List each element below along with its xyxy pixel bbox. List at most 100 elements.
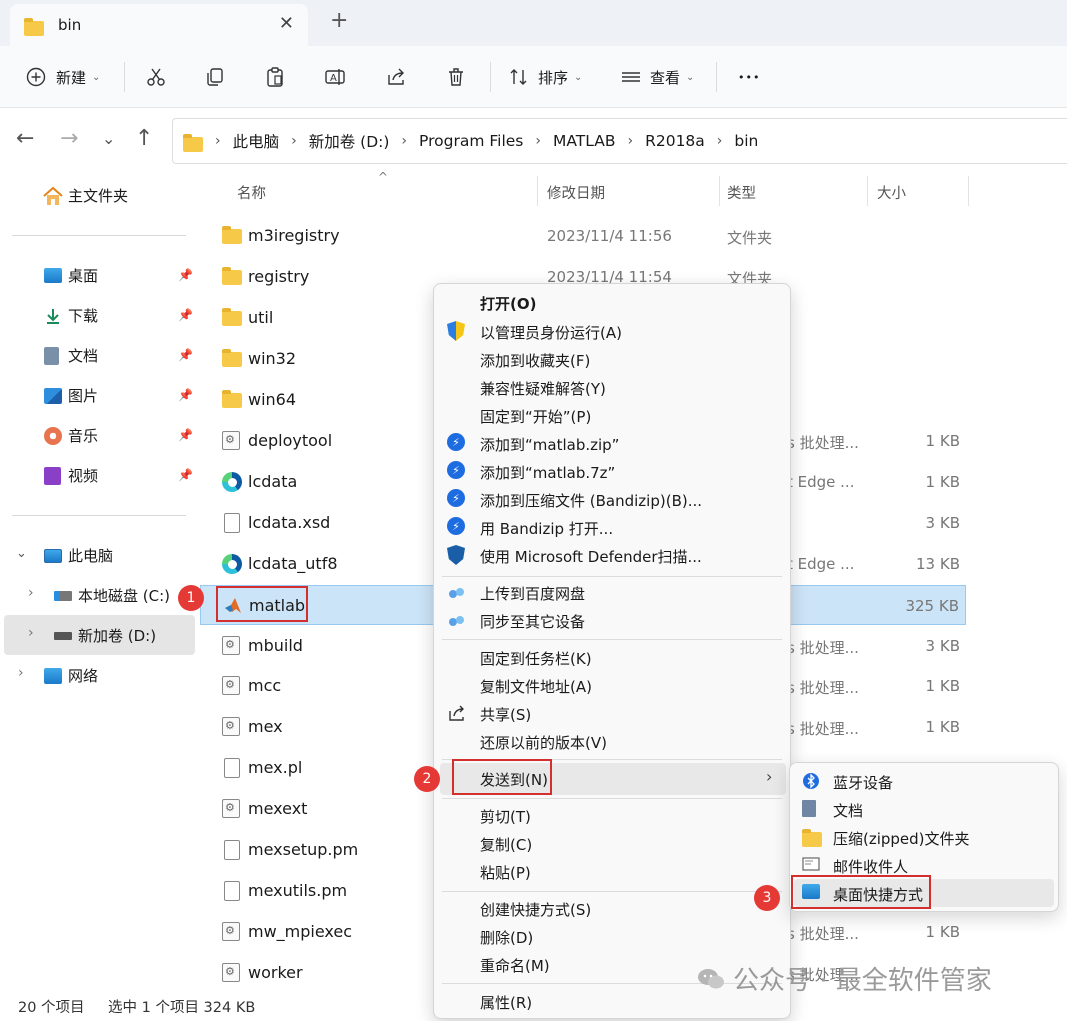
menu-separator bbox=[442, 639, 782, 640]
documents-icon bbox=[44, 346, 59, 365]
sidebar-item-network[interactable]: 网络 bbox=[44, 665, 98, 686]
watermark-text: 公众号 · 最全软件管家 bbox=[733, 966, 992, 996]
annotation-box-2 bbox=[452, 759, 552, 795]
close-tab-icon[interactable]: ✕ bbox=[279, 13, 294, 34]
sidebar-item-drive-d[interactable]: 新加卷 (D:) bbox=[54, 625, 156, 646]
menu-item-run-as-admin[interactable]: 以管理员身份运行(A) bbox=[480, 322, 622, 343]
new-button[interactable]: 新建 ⌄ bbox=[26, 46, 100, 108]
submenu-item-bluetooth[interactable]: 蓝牙设备 bbox=[833, 772, 893, 793]
new-tab-icon[interactable]: + bbox=[330, 8, 348, 33]
pin-icon[interactable]: 📌 bbox=[178, 428, 193, 442]
menu-item-open[interactable]: 打开(O) bbox=[480, 293, 536, 314]
file-name: mexsetup.pm bbox=[248, 840, 359, 860]
file-type: s 批处理... bbox=[787, 638, 859, 657]
copy-button[interactable] bbox=[204, 46, 226, 108]
menu-item-add-7z[interactable]: 添加到“matlab.7z” bbox=[480, 462, 615, 483]
menu-item-compatibility[interactable]: 兼容性疑难解答(Y) bbox=[480, 378, 606, 399]
file-name: mexext bbox=[248, 799, 308, 819]
sidebar-item-music[interactable]: 音乐 bbox=[44, 425, 98, 446]
file-type: s 批处理... bbox=[787, 679, 859, 698]
back-arrow-icon[interactable]: ← bbox=[16, 126, 34, 151]
menu-item-create-shortcut[interactable]: 创建快捷方式(S) bbox=[480, 899, 591, 920]
menu-item-copy-path[interactable]: 复制文件地址(A) bbox=[480, 676, 592, 697]
column-divider[interactable] bbox=[968, 176, 969, 206]
breadcrumb-matlab[interactable]: MATLAB bbox=[553, 132, 615, 150]
menu-item-defender-scan[interactable]: 使用 Microsoft Defender扫描... bbox=[480, 546, 702, 567]
menu-item-properties[interactable]: 属性(R) bbox=[480, 992, 532, 1013]
breadcrumb-drive-d[interactable]: 新加卷 (D:) bbox=[309, 130, 390, 152]
column-divider[interactable] bbox=[867, 176, 868, 206]
file-row[interactable]: m3iregistry 2023/11/4 11:56 文件夹 bbox=[200, 216, 966, 256]
menu-item-add-favorites[interactable]: 添加到收藏夹(F) bbox=[480, 350, 590, 371]
recent-chevron-icon[interactable]: ⌄ bbox=[102, 129, 115, 148]
menu-item-add-archive[interactable]: 添加到压缩文件 (Bandizip)(B)... bbox=[480, 490, 702, 511]
column-divider[interactable] bbox=[719, 176, 720, 206]
menu-item-copy[interactable]: 复制(C) bbox=[480, 834, 532, 855]
forward-arrow-icon[interactable]: → bbox=[60, 126, 78, 151]
up-arrow-icon[interactable]: ↑ bbox=[135, 126, 153, 151]
sort-button[interactable]: 排序 ⌄ bbox=[508, 46, 582, 108]
expand-chevron-icon[interactable]: › bbox=[28, 625, 34, 641]
column-header-date[interactable]: 修改日期 bbox=[547, 182, 605, 203]
baidu-cloud-icon bbox=[447, 586, 467, 606]
menu-item-delete[interactable]: 删除(D) bbox=[480, 927, 533, 948]
more-options-button[interactable]: ••• bbox=[738, 46, 760, 108]
file-name: lcdata_utf8 bbox=[248, 553, 338, 573]
pin-icon[interactable]: 📌 bbox=[178, 468, 193, 482]
breadcrumb-bin[interactable]: bin bbox=[734, 132, 758, 150]
pin-icon[interactable]: 📌 bbox=[178, 388, 193, 402]
expand-chevron-icon[interactable]: › bbox=[18, 665, 24, 681]
cut-button[interactable] bbox=[145, 46, 167, 108]
paste-button[interactable] bbox=[264, 46, 286, 108]
menu-item-open-bandizip[interactable]: 用 Bandizip 打开... bbox=[480, 518, 613, 539]
breadcrumb-this-pc[interactable]: 此电脑 bbox=[233, 130, 280, 152]
expand-chevron-icon[interactable]: ⌄ bbox=[16, 546, 27, 561]
breadcrumb-program-files[interactable]: Program Files bbox=[419, 132, 523, 150]
pin-icon[interactable]: 📌 bbox=[178, 268, 193, 282]
sidebar-item-desktop[interactable]: 桌面 bbox=[44, 265, 98, 286]
share-button[interactable] bbox=[385, 46, 407, 108]
menu-item-paste[interactable]: 粘贴(P) bbox=[480, 862, 531, 883]
delete-button[interactable] bbox=[445, 46, 467, 108]
breadcrumb-r2018a[interactable]: R2018a bbox=[645, 132, 705, 150]
column-header-type[interactable]: 类型 bbox=[727, 182, 756, 203]
bluetooth-icon bbox=[802, 772, 822, 792]
column-header-size[interactable]: 大小 bbox=[877, 182, 906, 203]
submenu-item-mail[interactable]: 邮件收件人 bbox=[833, 856, 908, 877]
menu-item-upload-baidu[interactable]: 上传到百度网盘 bbox=[480, 583, 585, 604]
sidebar-item-drive-c[interactable]: 本地磁盘 (C:) bbox=[54, 585, 170, 606]
file-size: 1 KB bbox=[925, 472, 960, 491]
submenu-item-documents[interactable]: 文档 bbox=[833, 800, 863, 821]
tab-bin[interactable]: bin ✕ bbox=[10, 4, 308, 46]
menu-item-sync-devices[interactable]: 同步至其它设备 bbox=[480, 611, 585, 632]
address-bar[interactable]: › 此电脑 › 新加卷 (D:) › Program Files › MATLA… bbox=[172, 118, 1067, 164]
menu-item-pin-start[interactable]: 固定到“开始”(P) bbox=[480, 406, 591, 427]
menu-item-rename[interactable]: 重命名(M) bbox=[480, 955, 550, 976]
menu-item-share[interactable]: 共享(S) bbox=[480, 704, 531, 725]
file-name: lcdata.xsd bbox=[248, 512, 331, 532]
folder-icon bbox=[222, 348, 242, 369]
sidebar-item-this-pc[interactable]: 此电脑 bbox=[44, 545, 113, 566]
column-divider[interactable] bbox=[537, 176, 538, 206]
menu-item-pin-taskbar[interactable]: 固定到任务栏(K) bbox=[480, 648, 592, 669]
expand-chevron-icon[interactable]: › bbox=[28, 585, 34, 601]
sidebar-item-videos[interactable]: 视频 bbox=[44, 465, 98, 486]
view-button[interactable]: 查看 ⌄ bbox=[620, 46, 694, 108]
menu-item-cut[interactable]: 剪切(T) bbox=[480, 806, 531, 827]
column-header-name[interactable]: 名称 bbox=[237, 182, 266, 203]
file-size: 1 KB bbox=[925, 431, 960, 450]
submenu-item-zip-folder[interactable]: 压缩(zipped)文件夹 bbox=[833, 828, 970, 849]
menu-item-add-zip[interactable]: 添加到“matlab.zip” bbox=[480, 434, 619, 455]
pin-icon[interactable]: 📌 bbox=[178, 348, 193, 362]
sidebar-item-documents[interactable]: 文档 bbox=[44, 345, 98, 366]
sidebar-item-pictures[interactable]: 图片 bbox=[44, 385, 98, 406]
sidebar-item-downloads[interactable]: 下载 bbox=[44, 305, 98, 326]
file-name: m3iregistry bbox=[248, 226, 340, 245]
pin-icon[interactable]: 📌 bbox=[178, 308, 193, 322]
rename-button[interactable]: A bbox=[324, 46, 346, 108]
documents-icon bbox=[802, 800, 822, 820]
sidebar-item-home[interactable]: 主文件夹 bbox=[42, 185, 128, 206]
file-type: s 批处理... bbox=[787, 433, 859, 452]
menu-item-restore-versions[interactable]: 还原以前的版本(V) bbox=[480, 732, 607, 753]
file-name: registry bbox=[248, 266, 310, 286]
